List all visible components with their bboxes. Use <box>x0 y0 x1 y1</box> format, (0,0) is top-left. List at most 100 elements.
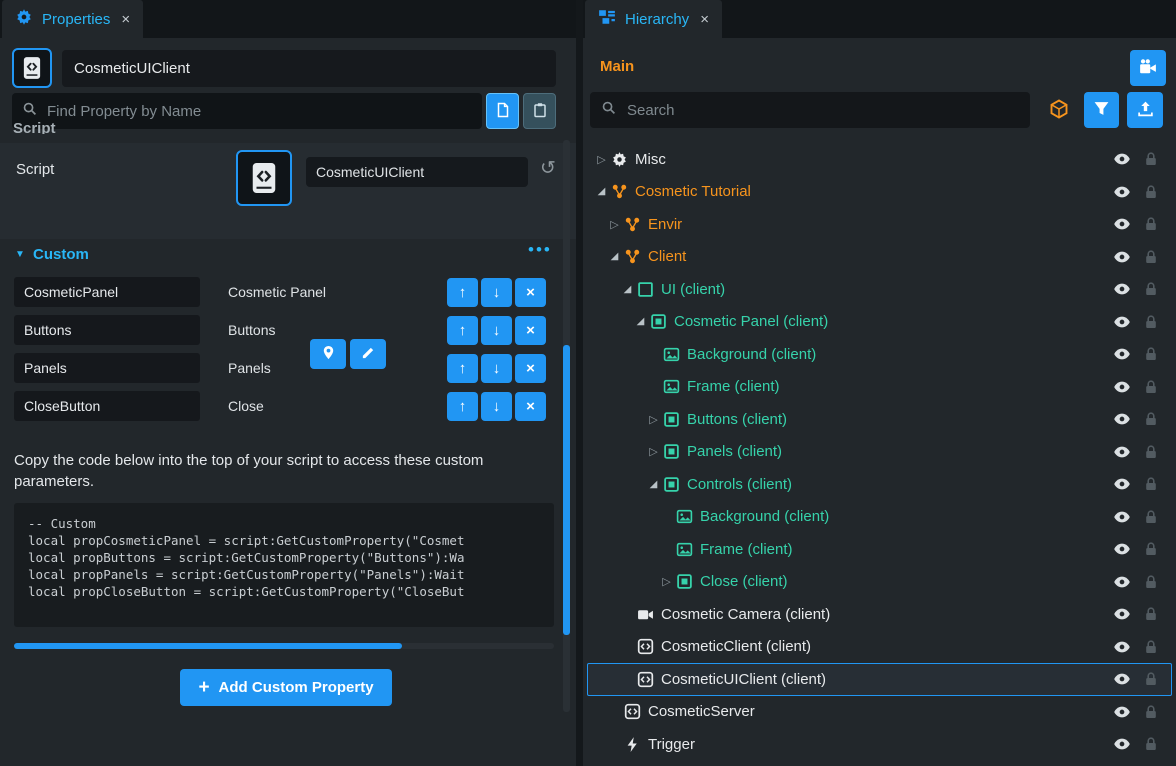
tree-row[interactable]: Cosmetic Camera (client) <box>587 598 1172 631</box>
close-icon[interactable]: × <box>700 11 709 28</box>
move-up-button[interactable]: ↑ <box>447 392 478 421</box>
lock-icon[interactable] <box>1143 606 1159 622</box>
lock-icon[interactable] <box>1143 736 1159 752</box>
lock-icon[interactable] <box>1143 379 1159 395</box>
lock-icon[interactable] <box>1143 574 1159 590</box>
visibility-eye-icon[interactable] <box>1113 313 1131 331</box>
visibility-eye-icon[interactable] <box>1113 280 1131 298</box>
lock-icon[interactable] <box>1143 671 1159 687</box>
tree-row[interactable]: ◢ UI (client) <box>587 273 1172 306</box>
tab-properties[interactable]: Properties × <box>2 0 143 38</box>
tree-row[interactable]: Trigger <box>587 728 1172 761</box>
chevron-down-icon[interactable]: ▼ <box>15 249 25 260</box>
hierarchy-search-input[interactable] <box>625 101 1019 120</box>
visibility-eye-icon[interactable] <box>1113 475 1131 493</box>
lock-icon[interactable] <box>1143 639 1159 655</box>
expand-triangle-icon[interactable]: ▷ <box>608 218 621 231</box>
expand-triangle-icon[interactable]: ◢ <box>608 251 621 262</box>
find-property-input[interactable] <box>45 102 472 121</box>
move-up-button[interactable]: ↑ <box>447 354 478 383</box>
visibility-eye-icon[interactable] <box>1113 345 1131 363</box>
custom-section-header[interactable]: ▼ Custom ••• <box>0 243 576 269</box>
lock-icon[interactable] <box>1143 151 1159 167</box>
tree-row[interactable]: ◢ Cosmetic Tutorial <box>587 176 1172 209</box>
object-name-input[interactable] <box>62 60 556 77</box>
tree-row[interactable]: Frame (client) <box>587 533 1172 566</box>
visibility-eye-icon[interactable] <box>1113 410 1131 428</box>
tree-row[interactable]: CosmeticClient (client) <box>587 631 1172 664</box>
expand-triangle-icon[interactable]: ▷ <box>647 445 660 458</box>
expand-triangle-icon[interactable]: ◢ <box>647 479 660 490</box>
tree-row[interactable]: ▷ Close (client) <box>587 566 1172 599</box>
delete-button[interactable]: × <box>515 278 546 307</box>
custom-property-name[interactable]: Buttons <box>14 315 200 345</box>
lock-icon[interactable] <box>1143 444 1159 460</box>
visibility-eye-icon[interactable] <box>1113 248 1131 266</box>
tree-row[interactable]: CosmeticServer <box>587 696 1172 729</box>
close-icon[interactable]: × <box>121 11 130 28</box>
visibility-eye-icon[interactable] <box>1113 183 1131 201</box>
visibility-eye-icon[interactable] <box>1113 508 1131 526</box>
lock-icon[interactable] <box>1143 541 1159 557</box>
tree-row[interactable]: Frame (client) <box>587 371 1172 404</box>
visibility-eye-icon[interactable] <box>1113 540 1131 558</box>
custom-property-name[interactable]: Panels <box>14 353 200 383</box>
delete-button[interactable]: × <box>515 392 546 421</box>
move-down-button[interactable]: ↓ <box>481 278 512 307</box>
custom-property-value[interactable]: Cosmetic Panel <box>228 284 447 300</box>
expand-triangle-icon[interactable]: ◢ <box>634 316 647 327</box>
lock-icon[interactable] <box>1143 249 1159 265</box>
tree-row[interactable]: Background (client) <box>587 501 1172 534</box>
lock-icon[interactable] <box>1143 281 1159 297</box>
tree-row[interactable]: ◢ Cosmetic Panel (client) <box>587 306 1172 339</box>
lock-icon[interactable] <box>1143 704 1159 720</box>
lock-icon[interactable] <box>1143 216 1159 232</box>
visibility-eye-icon[interactable] <box>1113 573 1131 591</box>
expand-triangle-icon[interactable]: ◢ <box>595 186 608 197</box>
lock-icon[interactable] <box>1143 411 1159 427</box>
move-down-button[interactable]: ↓ <box>481 354 512 383</box>
lock-icon[interactable] <box>1143 346 1159 362</box>
filter-button[interactable] <box>1084 92 1119 128</box>
tree-row[interactable]: ▷ Buttons (client) <box>587 403 1172 436</box>
custom-property-value[interactable]: Buttons <box>228 322 447 338</box>
tree-row[interactable]: ◢ Controls (client) <box>587 468 1172 501</box>
visibility-eye-icon[interactable] <box>1113 638 1131 656</box>
visibility-eye-icon[interactable] <box>1113 378 1131 396</box>
delete-button[interactable]: × <box>515 354 546 383</box>
move-down-button[interactable]: ↓ <box>481 316 512 345</box>
tree-row[interactable]: CosmeticUIClient (client) <box>587 663 1172 696</box>
expand-triangle-icon[interactable]: ▷ <box>647 413 660 426</box>
vertical-scrollbar-thumb[interactable] <box>563 345 570 635</box>
visibility-eye-icon[interactable] <box>1113 605 1131 623</box>
move-down-button[interactable]: ↓ <box>481 392 512 421</box>
move-up-button[interactable]: ↑ <box>447 278 478 307</box>
tree-row[interactable]: ▷ Misc <box>587 143 1172 176</box>
film-camera-button[interactable] <box>1130 50 1166 86</box>
lock-icon[interactable] <box>1143 476 1159 492</box>
visibility-eye-icon[interactable] <box>1113 215 1131 233</box>
custom-property-name[interactable]: CosmeticPanel <box>14 277 200 307</box>
custom-property-name[interactable]: CloseButton <box>14 391 200 421</box>
custom-property-value[interactable]: Close <box>228 398 447 414</box>
tree-row[interactable]: ▷ Envir <box>587 208 1172 241</box>
overflow-menu-icon[interactable]: ••• <box>528 240 552 260</box>
add-custom-property-button[interactable]: + Add Custom Property <box>180 669 392 706</box>
tree-row[interactable]: ▷ Panels (client) <box>587 436 1172 469</box>
delete-button[interactable]: × <box>515 316 546 345</box>
custom-property-value[interactable]: Panels <box>228 360 447 376</box>
visibility-eye-icon[interactable] <box>1113 735 1131 753</box>
move-up-button[interactable]: ↑ <box>447 316 478 345</box>
tab-hierarchy[interactable]: Hierarchy × <box>585 0 722 38</box>
lock-icon[interactable] <box>1143 184 1159 200</box>
horizontal-scrollbar-thumb[interactable] <box>14 643 402 649</box>
visibility-eye-icon[interactable] <box>1113 150 1131 168</box>
visibility-eye-icon[interactable] <box>1113 703 1131 721</box>
publish-button[interactable] <box>1127 92 1163 128</box>
object-cube-button[interactable] <box>1042 94 1076 126</box>
lock-icon[interactable] <box>1143 509 1159 525</box>
script-asset-icon[interactable] <box>236 150 292 206</box>
paste-properties-button[interactable] <box>523 93 556 129</box>
expand-triangle-icon[interactable]: ▷ <box>660 575 673 588</box>
script-asset-value[interactable]: CosmeticUIClient <box>306 157 528 187</box>
